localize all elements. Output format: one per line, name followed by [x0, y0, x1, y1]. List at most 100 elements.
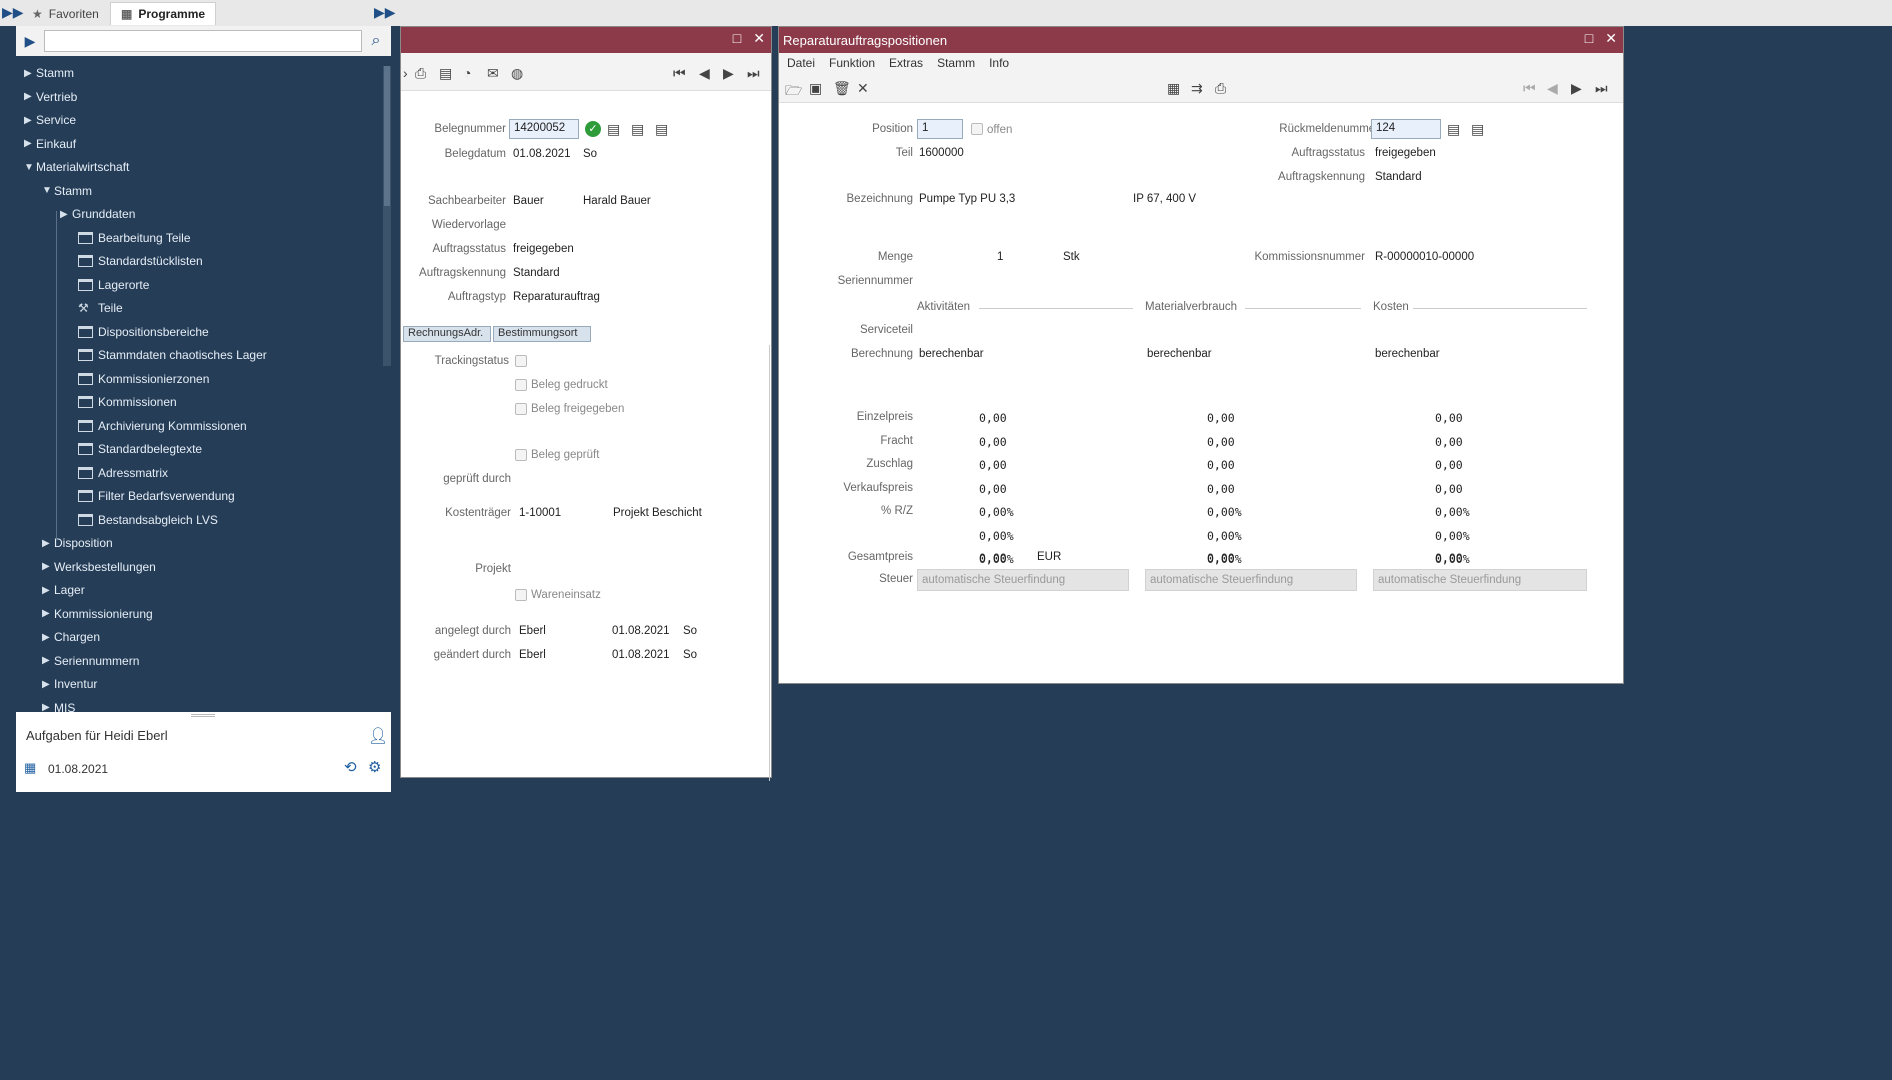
next-record-icon[interactable]: ▶ — [723, 65, 734, 82]
price-cell[interactable]: 0,00 — [1435, 458, 1463, 472]
tree-item[interactable]: Bestandsabgleich LVS — [78, 509, 218, 531]
tree-item[interactable]: Stammdaten chaotisches Lager — [78, 344, 267, 366]
tree-item[interactable]: ▶ Werksbestellungen — [42, 556, 156, 578]
mail-icon[interactable]: ✉ — [487, 65, 499, 82]
prev-record-icon[interactable]: ◀ — [699, 65, 710, 82]
trash-icon[interactable]: 🗑︎ — [833, 80, 851, 97]
chevron-down-icon[interactable]: ▼ — [24, 162, 36, 173]
teil-value[interactable]: 1600000 — [919, 147, 964, 159]
price-cell[interactable]: 0,00% — [1435, 529, 1470, 543]
tab-programme[interactable]: ▦ Programme — [110, 2, 217, 25]
kostentraeger-value[interactable]: 1-10001 — [519, 507, 561, 519]
chevron-right-icon[interactable]: ▶ — [42, 632, 54, 643]
prev-record-icon[interactable]: ◀ — [1547, 80, 1558, 97]
tree-item[interactable]: ▶ Seriennummern — [42, 650, 139, 672]
tree-item[interactable]: ▶ Inventur — [42, 673, 97, 695]
price-cell[interactable]: 0,00 — [1435, 482, 1463, 496]
transfer-icon[interactable]: ⇉ — [1191, 80, 1203, 97]
play-icon[interactable]: ▶ — [16, 33, 44, 50]
offen-checkbox[interactable] — [971, 123, 983, 135]
auftragsstatus-value[interactable]: freigegeben — [513, 243, 574, 255]
save-icon[interactable]: ▣ — [809, 80, 822, 97]
collapse-left-icon[interactable]: ▶▶ — [2, 4, 24, 21]
tree-item[interactable]: ▶ Chargen — [42, 626, 100, 648]
tree-item[interactable]: Bearbeitung Teile — [78, 227, 191, 249]
chevron-right-icon[interactable]: ▶ — [24, 115, 36, 126]
maximize-icon[interactable]: □ — [1585, 30, 1593, 47]
tree-item[interactable]: ▼ Stamm — [42, 180, 92, 202]
tree-item[interactable]: Kommissionen — [78, 391, 177, 413]
belegnummer-input[interactable]: 14200052 — [509, 119, 579, 139]
tree-item[interactable]: ▶ Grunddaten — [60, 203, 135, 225]
last-record-icon[interactable]: ⏭ — [747, 65, 760, 82]
sachbearbeiter-code[interactable]: Bauer — [513, 195, 544, 207]
calculator-icon[interactable]: ▦ — [1167, 80, 1180, 97]
tree-item[interactable]: ▶ MIS — [42, 697, 75, 713]
tree-item[interactable]: Archivierung Kommissionen — [78, 415, 247, 437]
toolbar-arrow-icon[interactable]: › — [403, 65, 408, 81]
price-cell[interactable]: 0,00 — [979, 482, 1007, 496]
price-cell[interactable]: 0,00 — [1207, 435, 1235, 449]
chevron-right-icon[interactable]: ▶ — [42, 679, 54, 690]
tree-item[interactable]: Adressmatrix — [78, 462, 168, 484]
price-cell[interactable]: 0,00% — [1207, 505, 1242, 519]
price-cell[interactable]: 0,00 — [1207, 458, 1235, 472]
price-cell[interactable]: 0,00 — [1435, 411, 1463, 425]
folder-open-icon[interactable]: 🗁︎ — [785, 80, 802, 104]
search-icon[interactable]: ⌕ — [362, 32, 390, 50]
price-cell[interactable]: 0,00% — [979, 505, 1014, 519]
beleg-freigegeben-checkbox[interactable] — [515, 403, 527, 415]
doc-edit-icon[interactable]: ▤ — [631, 121, 644, 138]
chevron-right-icon[interactable]: ▶ — [42, 702, 54, 712]
document-icon[interactable]: ▤ — [439, 65, 452, 82]
globe-icon[interactable]: ◍ — [511, 65, 523, 82]
print-icon[interactable]: ⎙ — [1215, 80, 1226, 97]
print-icon[interactable]: ⎙ — [415, 65, 426, 82]
tree-item[interactable]: ▼ Materialwirtschaft — [24, 156, 129, 178]
bezeichnung-value[interactable]: Pumpe Typ PU 3,3 — [919, 193, 1015, 205]
tree-item[interactable]: Lagerorte — [78, 274, 149, 296]
price-cell[interactable]: 0,00 — [1435, 435, 1463, 449]
price-cell[interactable]: 0,00% — [979, 529, 1014, 543]
tree-item[interactable]: Filter Bedarfsverwendung — [78, 485, 235, 507]
price-cell[interactable]: 0,00% — [1207, 529, 1242, 543]
tab-favoriten[interactable]: ★ Favoriten — [22, 2, 109, 25]
first-record-icon[interactable]: ⏮ — [1523, 80, 1536, 97]
maximize-icon[interactable]: □ — [733, 30, 741, 47]
last-record-icon[interactable]: ⏭ — [1595, 80, 1608, 97]
tree-item[interactable]: ▶ Disposition — [42, 532, 113, 554]
steuer-kosten[interactable]: automatische Steuerfindung — [1373, 569, 1587, 591]
user-icon[interactable]: 👤︎ — [368, 726, 388, 746]
doc-text-icon[interactable]: ▤ — [1471, 121, 1484, 138]
history-icon[interactable]: ◔ — [463, 65, 471, 81]
chevron-right-icon[interactable]: ▶ — [42, 655, 54, 666]
price-cell[interactable]: 0,00 — [1207, 482, 1235, 496]
gear-icon[interactable]: ⚙ — [368, 758, 381, 776]
price-cell[interactable]: 0,00 — [979, 411, 1007, 425]
price-cell[interactable]: 0,00 — [979, 458, 1007, 472]
menu-funktion[interactable]: Funktion — [829, 56, 875, 70]
kommission-value[interactable]: R-00000010-00000 — [1375, 251, 1474, 263]
menu-extras[interactable]: Extras — [889, 56, 923, 70]
price-cell[interactable]: 0,00% — [1435, 505, 1470, 519]
chevron-right-icon[interactable]: ▶ — [42, 608, 54, 619]
first-record-icon[interactable]: ⏮ — [673, 65, 686, 82]
tree-item[interactable]: Dispositionsbereiche — [78, 321, 209, 343]
expand-right-icon[interactable]: ▶▶ — [374, 4, 396, 21]
rueckmelde-input[interactable]: 124 — [1371, 119, 1441, 139]
menu-info[interactable]: Info — [989, 56, 1009, 70]
search-input[interactable] — [44, 30, 362, 52]
tree-item[interactable]: ▶ Lager — [42, 579, 85, 601]
doc-copy-icon[interactable]: ▤ — [607, 121, 620, 138]
tree-item[interactable]: Standardstücklisten — [78, 250, 203, 272]
doc-copy-icon[interactable]: ▤ — [1447, 121, 1460, 138]
berechnung-kosten[interactable]: berechenbar — [1375, 348, 1440, 360]
price-cell[interactable]: 0,00 — [1207, 411, 1235, 425]
doc-text-icon[interactable]: ▤ — [655, 121, 668, 138]
chevron-right-icon[interactable]: ▶ — [24, 68, 36, 79]
tree-item[interactable]: ▶ Einkauf — [24, 133, 76, 155]
position-input[interactable]: 1 — [917, 119, 963, 139]
trackingstatus-checkbox[interactable] — [515, 355, 527, 367]
refresh-icon[interactable]: ⟲ — [344, 758, 357, 776]
chevron-right-icon[interactable]: ▶ — [24, 91, 36, 102]
